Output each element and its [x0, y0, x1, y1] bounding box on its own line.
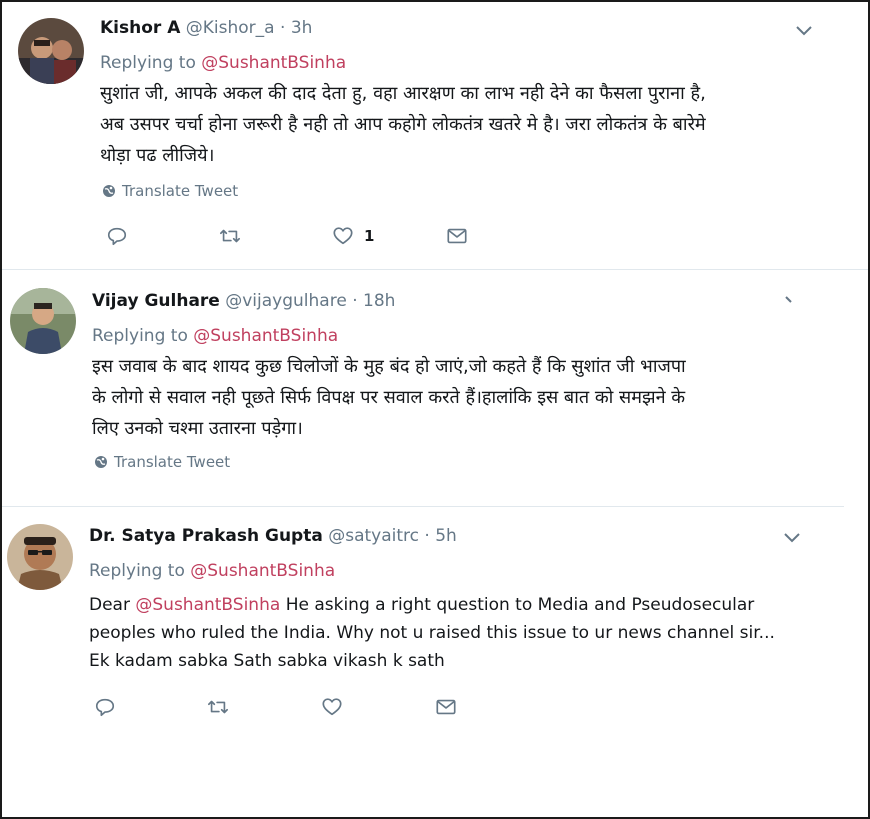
display-name[interactable]: Kishor A [100, 18, 180, 38]
retweet-icon [208, 700, 228, 714]
tweet-text: Dear @SushantBSinha He asking a right qu… [89, 591, 849, 675]
globe-icon [95, 456, 107, 468]
tweet-header: Vijay Gulhare @vijaygulhare · 18h [92, 290, 395, 312]
reply-icon [107, 227, 127, 246]
tweet-text-line: सुशांत जी, आपके अकल की दाद देता हु, वहा … [100, 83, 706, 104]
tweet-text-line: के लोगो से सवाल नही पूछते सिर्फ विपक्ष प… [92, 387, 686, 408]
user-handle[interactable]: @satyaitrc [328, 526, 419, 546]
timestamp[interactable]: 3h [291, 18, 313, 38]
timestamp[interactable]: 5h [435, 526, 457, 546]
chevron-down-icon[interactable] [782, 531, 802, 545]
reply-tweet[interactable]: Vijay Gulhare @vijaygulhare · 18h Replyi… [2, 270, 868, 505]
timestamp[interactable]: 18h [363, 291, 395, 311]
avatar[interactable] [18, 18, 84, 84]
chevron-down-icon[interactable] [794, 24, 814, 38]
body-greeting: Dear [89, 595, 130, 615]
retweet-button[interactable] [207, 696, 229, 718]
direct-message-button[interactable] [435, 696, 457, 718]
replying-mention-link[interactable]: @SushantBSinha [190, 561, 335, 581]
tweet-text-line: इस जवाब के बाद शायद कुछ चिलोजों के मुह ब… [92, 356, 686, 377]
reply-button[interactable] [94, 696, 116, 718]
direct-message-button[interactable] [446, 225, 468, 247]
separator-dot: · [352, 291, 358, 311]
envelope-icon [447, 228, 467, 244]
translate-label: Translate Tweet [122, 182, 239, 200]
user-handle[interactable]: @vijaygulhare [225, 291, 347, 311]
translate-tweet-link[interactable]: Translate Tweet [102, 181, 238, 201]
envelope-icon [436, 699, 456, 715]
chevron-down-icon[interactable] [782, 294, 796, 306]
display-name[interactable]: Dr. Satya Prakash Gupta [89, 526, 323, 546]
replying-to: Replying to @SushantBSinha [100, 52, 346, 74]
replying-label: Replying to [92, 326, 188, 346]
reply-button[interactable] [106, 225, 128, 247]
reply-icon [95, 698, 115, 717]
reply-tweet[interactable]: Kishor A @Kishor_a · 3h Replying to @Sus… [2, 2, 868, 267]
like-button[interactable] [321, 696, 343, 718]
display-name[interactable]: Vijay Gulhare [92, 291, 220, 311]
replying-to: Replying to @SushantBSinha [92, 325, 338, 347]
reply-tweet[interactable]: Dr. Satya Prakash Gupta @satyaitrc · 5h … [2, 507, 868, 819]
tweet-text-line: Ek kadam sabka Sath sabka vikash k sath [89, 651, 445, 671]
replying-label: Replying to [89, 561, 185, 581]
separator-dot: · [280, 18, 286, 38]
avatar[interactable] [10, 288, 76, 354]
replying-mention-link[interactable]: @SushantBSinha [193, 326, 338, 346]
tweet-text: सुशांत जी, आपके अकल की दाद देता हु, वहा … [100, 78, 840, 171]
tweet-replies-panel: Kishor A @Kishor_a · 3h Replying to @Sus… [0, 0, 870, 819]
avatar[interactable] [7, 524, 73, 590]
separator-dot: · [424, 526, 430, 546]
retweet-button[interactable] [219, 225, 241, 247]
translate-label: Translate Tweet [114, 453, 231, 471]
tweet-header: Dr. Satya Prakash Gupta @satyaitrc · 5h [89, 525, 457, 547]
tweet-text-line: लिए उनको चश्मा उतारना पड़ेगा। [92, 418, 303, 439]
tweet-text-line: अब उसपर चर्चा होना जरूरी है नही तो आप कह… [100, 114, 706, 135]
replying-to: Replying to @SushantBSinha [89, 560, 335, 582]
body-mention-link[interactable]: @SushantBSinha [135, 595, 280, 615]
tweet-text-line: Dear @SushantBSinha He asking a right qu… [89, 591, 849, 619]
body-text: He asking a right question to Media and … [285, 595, 755, 615]
user-handle[interactable]: @Kishor_a [186, 18, 275, 38]
replying-mention-link[interactable]: @SushantBSinha [201, 53, 346, 73]
globe-icon [103, 185, 115, 197]
tweet-header: Kishor A @Kishor_a · 3h [100, 17, 312, 39]
like-button[interactable]: 1 [332, 225, 374, 247]
tweet-text-line: peoples who ruled the India. Why not u r… [89, 623, 775, 643]
replying-label: Replying to [100, 53, 196, 73]
translate-tweet-link[interactable]: Translate Tweet [94, 452, 230, 472]
tweet-text-line: थोड़ा पढ लीजिये। [100, 145, 215, 166]
heart-icon [333, 227, 353, 245]
retweet-icon [220, 229, 240, 243]
like-count: 1 [364, 227, 375, 245]
heart-icon [322, 698, 342, 716]
tweet-text: इस जवाब के बाद शायद कुछ चिलोजों के मुह ब… [92, 351, 842, 444]
